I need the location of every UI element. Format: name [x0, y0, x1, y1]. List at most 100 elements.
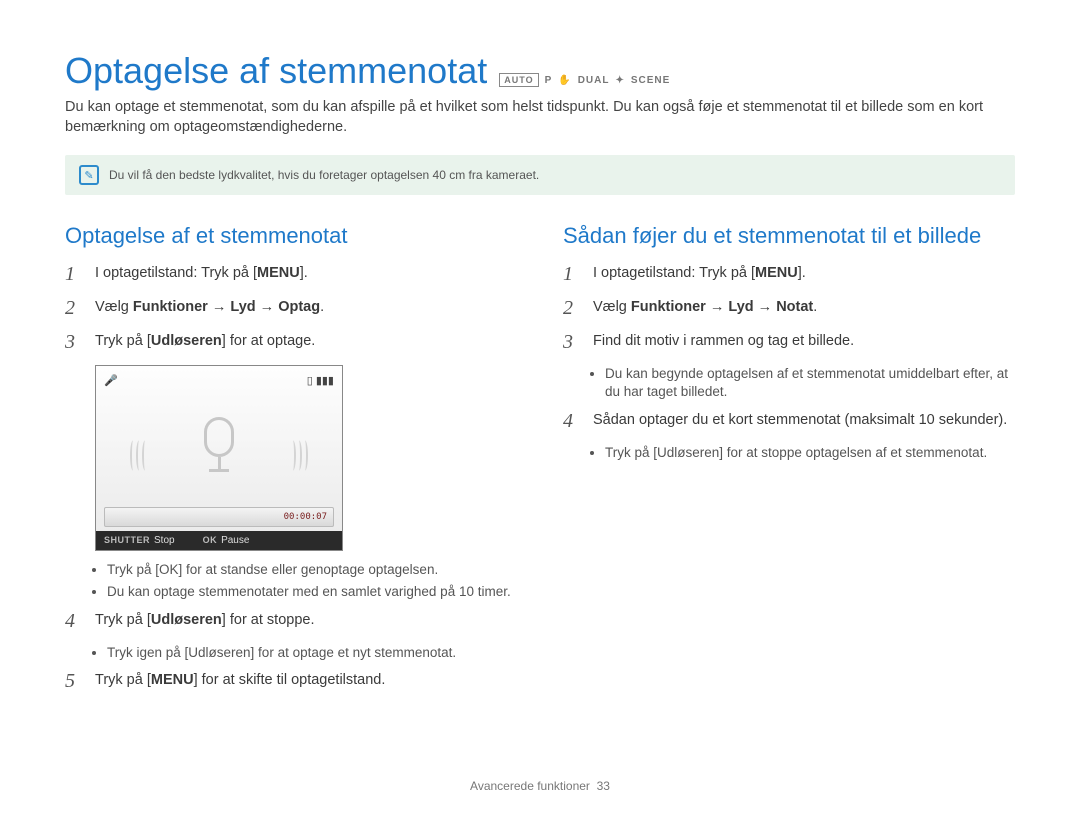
t: Notat	[776, 299, 813, 315]
columns: Optagelse af et stemmenotat 1 I optageti…	[65, 223, 1015, 704]
step-body: Tryk på [Udløseren] for at optage.	[95, 331, 517, 353]
shutter-stop: SHUTTER Stop	[104, 535, 175, 546]
progress-bar: 00:00:07	[104, 507, 334, 527]
left-step-1: 1 I optagetilstand: Tryk på [MENU].	[65, 263, 517, 285]
left-column: Optagelse af et stemmenotat 1 I optageti…	[65, 223, 517, 704]
t: ] for at stoppe.	[222, 612, 315, 628]
t: .	[320, 299, 324, 315]
arrow-icon: →	[208, 299, 231, 315]
right-heading: Sådan føjer du et stemmenotat til et bil…	[563, 223, 1015, 249]
step-number: 3	[65, 331, 81, 353]
cs-body	[102, 387, 336, 507]
t: Udløseren	[151, 612, 222, 628]
right-bullets-b: Tryk på [Udløseren] for at stoppe optage…	[605, 444, 1015, 462]
menu-label: MENU	[755, 265, 798, 281]
step-number: 2	[65, 297, 81, 319]
t: Vælg	[593, 299, 631, 315]
t: Tryk på [	[95, 612, 151, 628]
timer-text: 00:00:07	[284, 512, 327, 522]
mic-small-icon: 🎤	[104, 374, 118, 387]
t: Stop	[154, 535, 175, 546]
right-step-3: 3 Find dit motiv i rammen og tag et bill…	[563, 331, 1015, 353]
step-body: I optagetilstand: Tryk på [MENU].	[95, 263, 517, 285]
note-icon: ✎	[79, 165, 99, 185]
cs-top-bar: 🎤 ▯ ▮▮▮	[102, 372, 336, 387]
ok-pause: OKPause	[203, 535, 250, 546]
sound-wave-left-icon	[130, 441, 148, 476]
camera-screen-illustration: 🎤 ▯ ▮▮▮ 00:00:07 SHUTTER Stop OKPause	[95, 365, 343, 551]
step-body: Sådan optager du et kort stemmenotat (ma…	[593, 410, 1015, 432]
footer-section: Avancerede funktioner	[470, 779, 590, 793]
right-bullets-a: Du kan begynde optagelsen af et stemmeno…	[605, 365, 1015, 401]
auto-icon: AUTO	[499, 73, 538, 87]
step-body: I optagetilstand: Tryk på [MENU].	[593, 263, 1015, 285]
left-step-5: 5 Tryk på [MENU] for at skifte til optag…	[65, 670, 517, 692]
step-number: 5	[65, 670, 81, 692]
step-number: 2	[563, 297, 579, 319]
footer: Avancerede funktioner 33	[0, 779, 1080, 793]
list-item: Tryk igen på [Udløseren] for at optage e…	[107, 644, 517, 662]
title-text: Optagelse af stemmenotat	[65, 50, 487, 92]
menu-label: MENU	[257, 265, 300, 281]
step-number: 1	[563, 263, 579, 285]
right-column: Sådan føjer du et stemmenotat til et bil…	[563, 223, 1015, 704]
t: Vælg	[95, 299, 133, 315]
intro-text: Du kan optage et stemmenotat, som du kan…	[65, 98, 1015, 137]
microphone-icon	[197, 417, 241, 477]
menu-label: MENU	[151, 672, 194, 688]
mode-icons: AUTO P ✋ DUAL ✦ SCENE	[499, 73, 670, 87]
right-step-1: 1 I optagetilstand: Tryk på [MENU].	[563, 263, 1015, 285]
left-step-4: 4 Tryk på [Udløseren] for at stoppe.	[65, 610, 517, 632]
step-body: Find dit motiv i rammen og tag et billed…	[593, 331, 1015, 353]
step-number: 4	[563, 410, 579, 432]
arrow-icon: →	[706, 299, 729, 315]
t: ].	[300, 265, 308, 281]
left-step-3: 3 Tryk på [Udløseren] for at optage.	[65, 331, 517, 353]
left-step-2: 2 Vælg Funktioner → Lyd → Optag.	[65, 297, 517, 319]
page-title: Optagelse af stemmenotat AUTO P ✋ DUAL ✦…	[65, 50, 1015, 92]
tip-box: ✎ Du vil få den bedste lydkvalitet, hvis…	[65, 155, 1015, 195]
right-step-2: 2 Vælg Funktioner → Lyd → Notat.	[563, 297, 1015, 319]
step-body: Vælg Funktioner → Lyd → Notat.	[593, 297, 1015, 319]
arrow-icon: →	[256, 299, 279, 315]
arrow-icon: →	[754, 299, 777, 315]
left-heading: Optagelse af et stemmenotat	[65, 223, 517, 249]
tip-text: Du vil få den bedste lydkvalitet, hvis d…	[109, 168, 539, 182]
list-item: Tryk på [OK] for at standse eller genopt…	[107, 561, 517, 579]
list-item: Du kan optage stemmenotater med en samle…	[107, 583, 517, 601]
left-bullets-b: Tryk igen på [Udløseren] for at optage e…	[107, 644, 517, 662]
t: SHUTTER	[104, 535, 150, 545]
list-item: Tryk på [Udløseren] for at stoppe optage…	[605, 444, 1015, 462]
hand-icon: ✋	[558, 75, 571, 86]
battery-icon: ▯ ▮▮▮	[307, 374, 334, 387]
t: ] for at optage.	[222, 333, 316, 349]
t: Pause	[221, 535, 249, 546]
t: .	[813, 299, 817, 315]
t: ] for at skifte til optagetilstand.	[194, 672, 386, 688]
t: I optagetilstand: Tryk på [	[593, 265, 755, 281]
step-number: 4	[65, 610, 81, 632]
t: OK	[203, 535, 218, 545]
scene-icon: SCENE	[631, 75, 670, 86]
t: ].	[798, 265, 806, 281]
step-body: Tryk på [Udløseren] for at stoppe.	[95, 610, 517, 632]
list-item: Du kan begynde optagelsen af et stemmeno…	[605, 365, 1015, 401]
p-icon: P	[545, 75, 553, 86]
t: Lyd	[230, 299, 255, 315]
t: Lyd	[728, 299, 753, 315]
star-icon: ✦	[615, 75, 624, 86]
right-step-4: 4 Sådan optager du et kort stemmenotat (…	[563, 410, 1015, 432]
sound-wave-right-icon	[290, 441, 308, 476]
step-body: Vælg Funktioner → Lyd → Optag.	[95, 297, 517, 319]
step-number: 3	[563, 331, 579, 353]
dual-icon: DUAL	[578, 75, 610, 86]
cs-bottom-bar: SHUTTER Stop OKPause	[96, 531, 342, 550]
t: Udløseren	[151, 333, 222, 349]
left-bullets-a: Tryk på [OK] for at standse eller genopt…	[107, 561, 517, 601]
t: Tryk på [	[95, 672, 151, 688]
footer-page: 33	[597, 779, 610, 793]
t: Tryk på [	[95, 333, 151, 349]
step-body: Tryk på [MENU] for at skifte til optaget…	[95, 670, 517, 692]
step-number: 1	[65, 263, 81, 285]
t: I optagetilstand: Tryk på [	[95, 265, 257, 281]
